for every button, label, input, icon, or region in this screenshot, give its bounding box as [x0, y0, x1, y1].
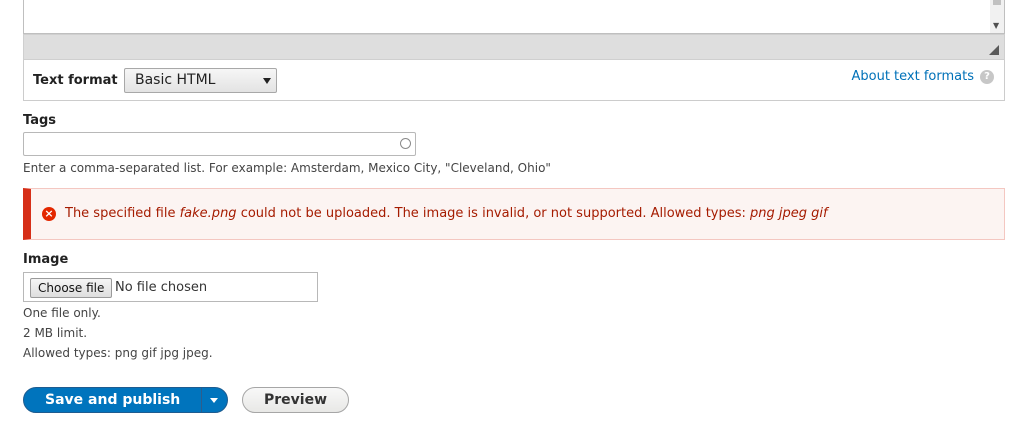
autocomplete-throbber-icon	[400, 138, 411, 149]
resize-grip-icon[interactable]	[989, 45, 999, 55]
editor-resize-bar	[23, 34, 1005, 60]
error-filename: fake.png	[179, 206, 237, 221]
editor-body[interactable]: ▼	[23, 0, 1005, 34]
preview-button[interactable]: Preview	[242, 387, 349, 413]
error-allowed-types: png jpeg gif	[750, 206, 828, 221]
file-status: No file chosen	[115, 280, 208, 295]
save-button-divider	[201, 388, 202, 412]
scrollbar-thumb[interactable]	[993, 0, 1001, 5]
text-format-selected: Basic HTML	[135, 72, 216, 88]
image-help-line: Allowed types: png gif jpg jpeg.	[23, 346, 213, 360]
error-prefix: The specified file	[65, 206, 180, 221]
image-file-input[interactable]: Choose file No file chosen	[23, 272, 318, 302]
dropbutton-toggle-icon[interactable]	[210, 398, 218, 403]
tags-label: Tags	[23, 113, 57, 128]
choose-file-button[interactable]: Choose file	[30, 278, 113, 298]
text-format-select[interactable]: Basic HTML	[124, 68, 277, 93]
help-icon[interactable]: ?	[980, 70, 994, 84]
scroll-down-arrow-icon[interactable]: ▼	[993, 22, 999, 30]
text-format-wrapper: Text format Basic HTML About text format…	[23, 60, 1005, 101]
error-text: The specified file fake.png could not be…	[65, 206, 828, 221]
text-format-label: Text format	[33, 73, 118, 88]
chevron-down-icon	[263, 78, 271, 84]
about-text-formats-link[interactable]: About text formats	[851, 69, 974, 84]
save-and-publish-button[interactable]: Save and publish	[23, 387, 228, 413]
image-help-line: One file only.	[23, 306, 101, 320]
editor-scrollbar[interactable]: ▼	[990, 0, 1004, 33]
error-middle: could not be uploaded. The image is inva…	[236, 206, 751, 221]
image-help-line: 2 MB limit.	[23, 326, 88, 340]
error-icon: ×	[42, 207, 56, 221]
save-button-label: Save and publish	[45, 392, 181, 408]
tags-input[interactable]	[23, 132, 416, 156]
tags-description: Enter a comma-separated list. For exampl…	[23, 161, 551, 175]
error-message: × The specified file fake.png could not …	[23, 188, 1005, 240]
image-label: Image	[23, 252, 69, 267]
